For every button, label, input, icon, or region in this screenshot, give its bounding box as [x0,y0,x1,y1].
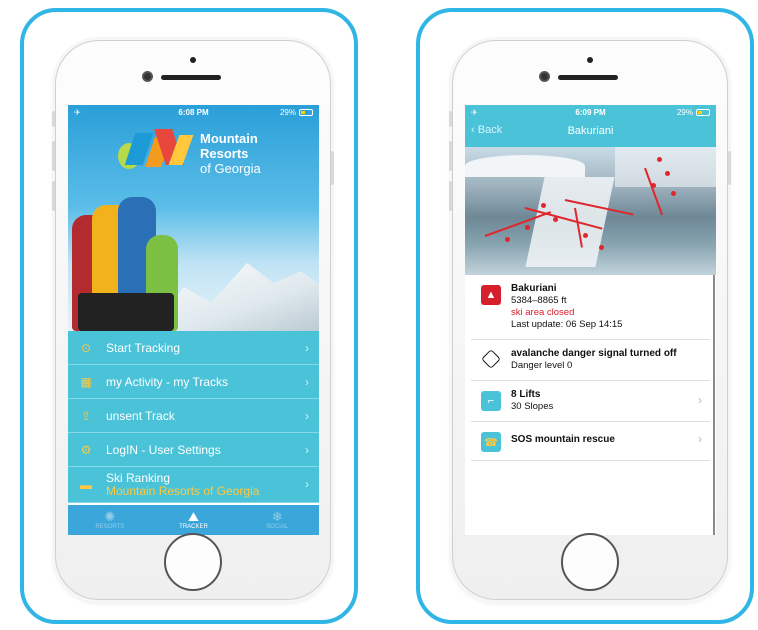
scrollbar[interactable] [713,275,715,535]
status-bar: ✈ 6:08 PM 29% [68,105,319,119]
mountain-tracker-icon: ⛰ [188,509,199,524]
menu-item-label: unsent Track [106,408,175,423]
play-circle-icon: ⊙ [80,340,92,355]
menu-item-ski-ranking[interactable]: ▬ Ski Ranking Mountain Resorts of Georgi… [68,467,319,503]
resort-last-update: Last update: 06 Sep 14:15 [511,319,623,330]
avalanche-level: Danger level 0 [511,360,573,371]
earpiece [558,75,618,80]
proximity-sensor [190,57,196,63]
tab-label: TRACKER [179,524,208,530]
chevron-right-icon: › [305,375,309,389]
logo-text: Mountain Resorts of Georgia [200,131,261,176]
status-time: 6:08 PM [178,107,209,117]
chevron-right-icon: › [305,443,309,457]
sos-phone-icon: ☎ [481,432,501,452]
mountain-icon: ▲ [481,285,501,305]
chevron-right-icon: › [305,477,309,491]
snowflake-icon: ❄ [271,509,283,524]
menu-item-label: LogIN - User Settings [106,442,221,457]
logo-line-1: Mountain [200,131,258,146]
logo-line-3: of Georgia [200,161,261,176]
menu-item-label: my Activity - my Tracks [106,374,229,389]
gear-icon: ⚙ [80,442,92,457]
menu-item-sublabel: Mountain Resorts of Georgia [106,483,260,498]
logo-line-2: Resorts [200,146,249,161]
chevron-right-icon: › [698,393,702,407]
piste-map[interactable] [465,147,716,275]
lift-icon: ⌐ [481,391,501,411]
tab-tracker[interactable]: ⛰ TRACKER [152,505,236,535]
avalanche-title: avalanche danger signal turned off [511,348,677,359]
chevron-right-icon: › [305,341,309,355]
tab-label: RESORTS [95,524,125,530]
front-camera [142,71,153,82]
chevron-right-icon: › [698,432,702,446]
avalanche-warning-icon [481,349,501,369]
nav-title: Bakuriani [567,125,614,137]
volume-up-button [449,141,452,171]
menu-item-my-activity[interactable]: ▦ my Activity - my Tracks › [68,365,319,399]
battery-icon [299,108,313,116]
hero-banner: Mountain Resorts of Georgia [68,105,319,335]
menu-item-login-settings[interactable]: ⚙ LogIN - User Settings › [68,433,319,467]
volume-up-button [52,141,55,171]
calendar-icon: ▦ [80,374,92,389]
home-button[interactable] [164,533,222,591]
phone-right: ‹ Back Bakuriani ✈ 6:09 PM 29% ▲ Bakuria… [449,40,731,600]
upload-icon: ⇪ [80,408,92,423]
logo-mark [118,129,198,179]
slopes-count: 30 Slopes [511,401,554,412]
main-menu: ⊙ Start Tracking › ▦ my Activity - my Tr… [68,331,319,503]
tab-bar: ✺ RESORTS ⛰ TRACKER ❄ SOCIAL [68,505,319,535]
menu-item-label: Ski Ranking [106,470,171,485]
menu-item-start-tracking[interactable]: ⊙ Start Tracking › [68,331,319,365]
menu-item-label: Start Tracking [106,340,181,355]
volume-down-button [52,181,55,211]
status-bar: ✈ 6:09 PM 29% [465,105,716,119]
lifts-count: 8 Lifts [511,389,541,400]
power-button [728,151,731,185]
proximity-sensor [587,57,593,63]
chevron-right-icon: › [305,409,309,423]
power-button [331,151,334,185]
snowflake-icon: ✺ [104,509,116,524]
skiers-photo [68,175,188,331]
resort-name: Bakuriani [511,283,557,294]
ranking-icon: ▬ [80,477,92,492]
sos-label: SOS mountain rescue [511,434,615,445]
resort-summary-row: ▲ Bakuriani 5384–8865 ft ski area closed… [471,275,710,340]
resort-altitude: 5384–8865 ft [511,295,567,306]
tab-social[interactable]: ❄ SOCIAL [235,505,319,535]
menu-item-unsent-track[interactable]: ⇪ unsent Track › [68,399,319,433]
app-screen-resort: ‹ Back Bakuriani ✈ 6:09 PM 29% ▲ Bakuria… [465,105,716,535]
tab-resorts[interactable]: ✺ RESORTS [68,505,152,535]
app-screen-home: Mountain Resorts of Georgia ✈ 6:08 PM 29… [68,105,319,535]
battery-icon [696,108,710,116]
home-button[interactable] [561,533,619,591]
mute-switch [449,111,452,127]
avalanche-row: avalanche danger signal turned off Dange… [471,340,710,381]
status-time: 6:09 PM [575,107,606,117]
earpiece [161,75,221,80]
resort-info-list: ▲ Bakuriani 5384–8865 ft ski area closed… [465,275,716,461]
tab-label: SOCIAL [266,524,289,530]
volume-down-button [449,181,452,211]
resort-status: ski area closed [511,307,575,318]
lifts-row[interactable]: ⌐ 8 Lifts 30 Slopes › [471,381,710,422]
sos-row[interactable]: ☎ SOS mountain rescue › [471,422,710,461]
phone-left: Mountain Resorts of Georgia ✈ 6:08 PM 29… [52,40,334,600]
mute-switch [52,111,55,127]
front-camera [539,71,550,82]
